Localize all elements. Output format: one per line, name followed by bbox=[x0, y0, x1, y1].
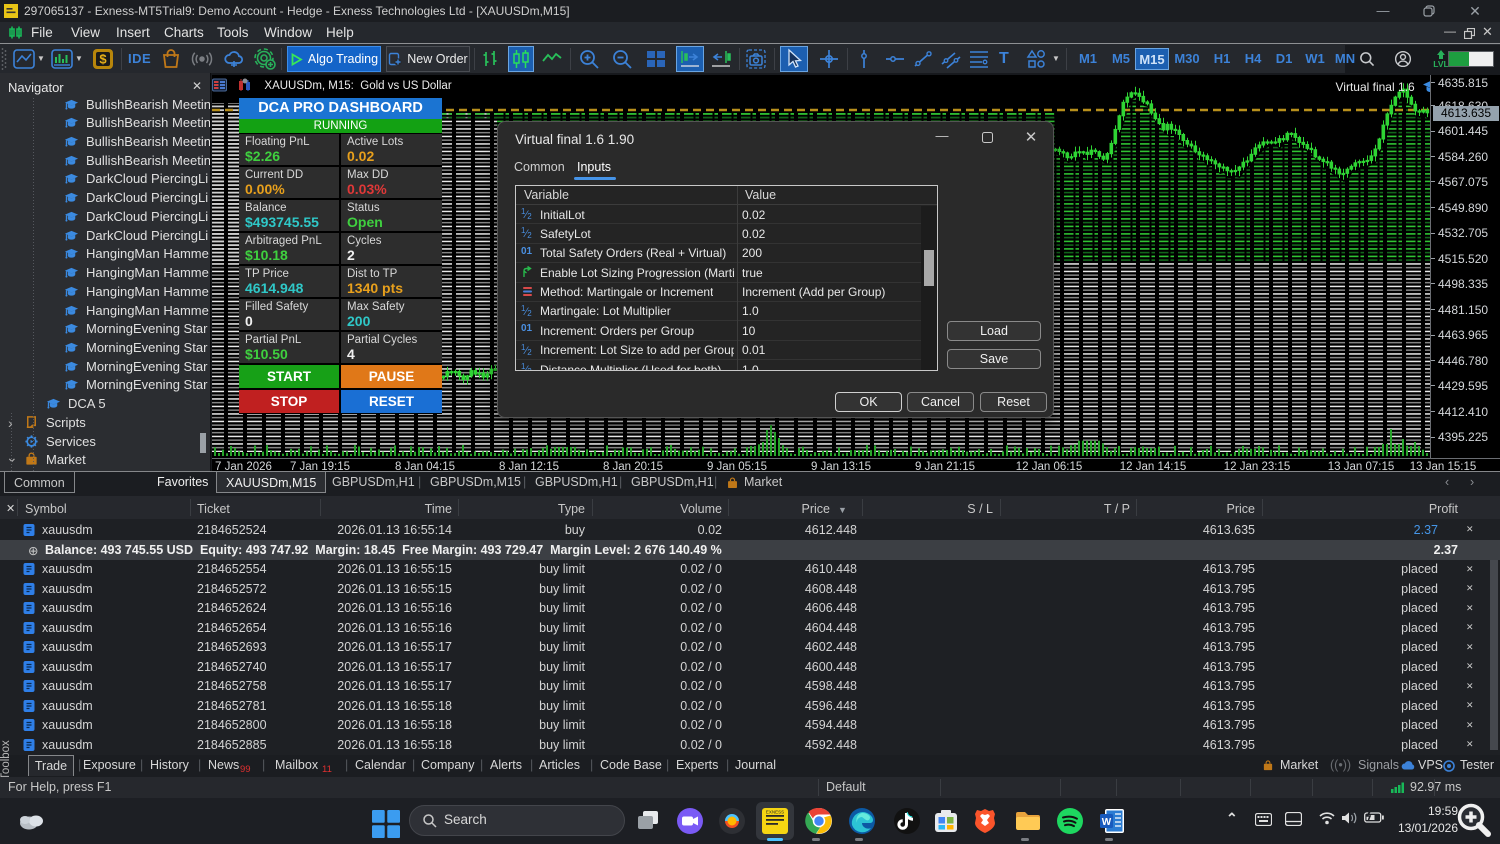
svg-text:LVL: LVL bbox=[1433, 59, 1448, 69]
svg-text:W: W bbox=[1102, 817, 1112, 828]
svg-text:EXNESS: EXNESS bbox=[766, 810, 784, 815]
svg-text:$: $ bbox=[99, 52, 107, 67]
